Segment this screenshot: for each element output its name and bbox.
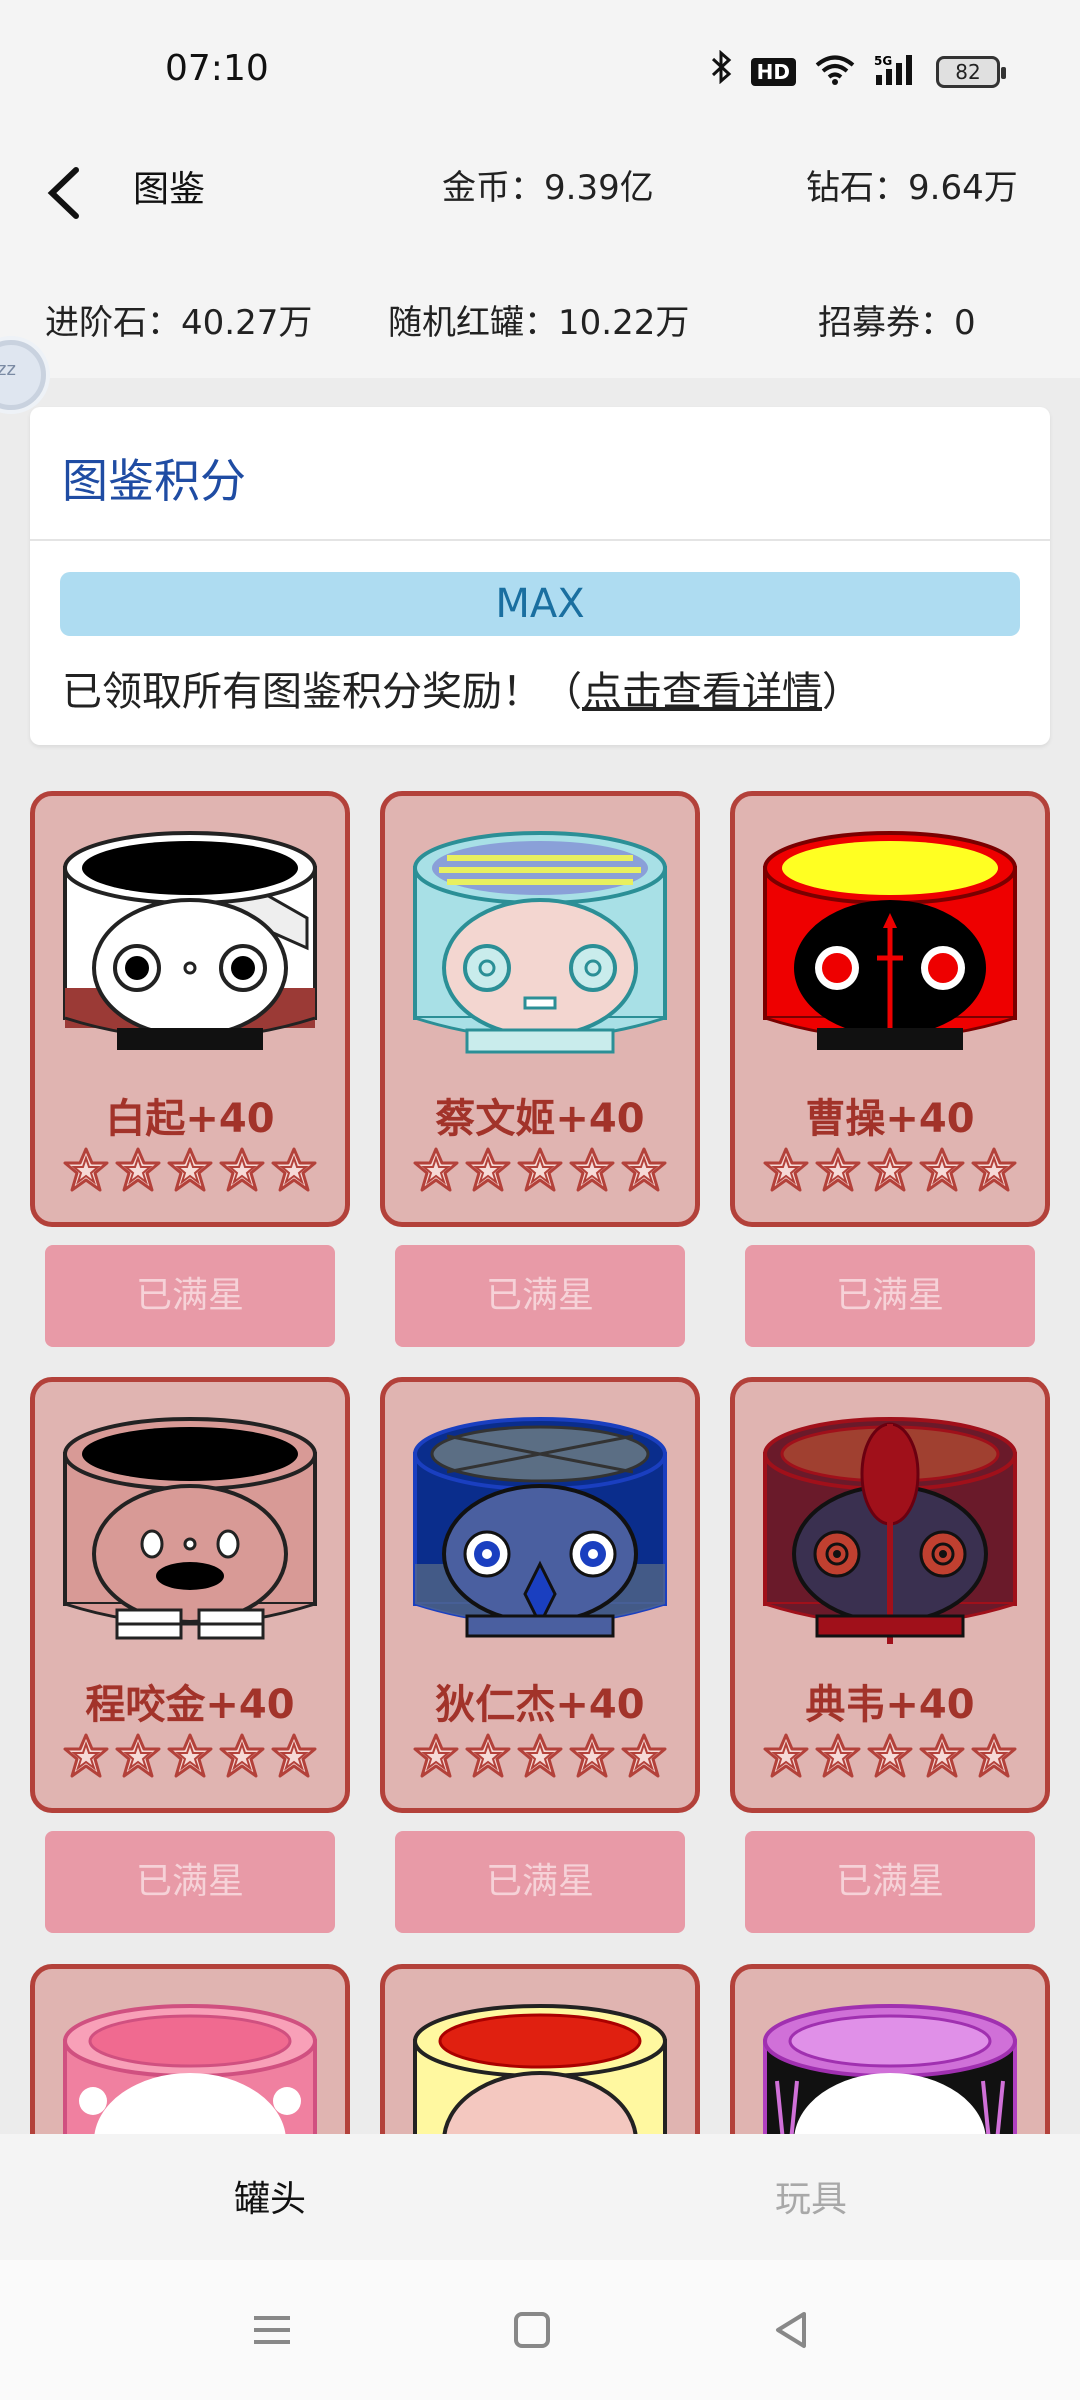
menu-icon bbox=[254, 2316, 290, 2344]
star-icon bbox=[165, 1732, 215, 1786]
caocao-jar-icon bbox=[763, 831, 1017, 1050]
star-icon bbox=[411, 1146, 461, 1200]
hd-badge: HD bbox=[750, 57, 796, 86]
battery-indicator: 82 bbox=[936, 55, 1006, 88]
wifi-icon bbox=[814, 54, 856, 90]
random-jars-count: 随机红罐：10.22万 bbox=[388, 303, 690, 343]
star-icon bbox=[217, 1732, 267, 1786]
score-title: 图鉴积分 bbox=[62, 454, 246, 508]
hero-card-caiwenji[interactable]: 蔡文姬+40 bbox=[380, 791, 700, 1227]
star-icon bbox=[969, 1732, 1019, 1786]
star-rating bbox=[735, 1146, 1045, 1200]
coins-count: 金币：9.39亿 bbox=[442, 168, 654, 208]
divider bbox=[30, 539, 1050, 541]
chengyaojin-jar-icon bbox=[63, 1417, 317, 1640]
star-icon bbox=[217, 1146, 267, 1200]
direnjie-jar-icon bbox=[413, 1417, 667, 1638]
dianwei-jar-icon bbox=[763, 1417, 1017, 1644]
star-icon bbox=[515, 1146, 565, 1200]
star-icon bbox=[917, 1146, 967, 1200]
star-icon bbox=[619, 1146, 669, 1200]
advance-stones-count: 进阶石：40.27万 bbox=[45, 303, 313, 343]
hero-name: 白起+40 bbox=[105, 1096, 275, 1142]
score-progress-bar: MAX bbox=[60, 572, 1020, 636]
star-icon bbox=[969, 1146, 1019, 1200]
star-icon bbox=[761, 1732, 811, 1786]
star-icon bbox=[113, 1146, 163, 1200]
star-rating bbox=[385, 1146, 695, 1200]
zz-icon: zz bbox=[0, 359, 16, 380]
max-star-button[interactable]: 已满星 bbox=[395, 1831, 685, 1933]
hero-card-chengyaojin[interactable]: 程咬金+40 bbox=[30, 1377, 350, 1813]
bluetooth-icon bbox=[711, 49, 733, 93]
home-square-icon bbox=[514, 2312, 550, 2348]
back-nav-button[interactable] bbox=[762, 2300, 822, 2360]
star-rating bbox=[385, 1732, 695, 1786]
star-icon bbox=[761, 1146, 811, 1200]
star-rating bbox=[35, 1732, 345, 1786]
star-icon bbox=[61, 1146, 111, 1200]
svg-text:5G: 5G bbox=[874, 54, 892, 68]
tab-jars[interactable]: 罐头 bbox=[234, 2170, 306, 2222]
star-icon bbox=[813, 1146, 863, 1200]
star-icon bbox=[917, 1732, 967, 1786]
hero-name: 狄仁杰+40 bbox=[435, 1682, 645, 1728]
status-bar: 07:10 HD 5G 82 bbox=[0, 0, 1080, 140]
page-title: 图鉴 bbox=[133, 169, 206, 210]
star-icon bbox=[865, 1146, 915, 1200]
signal-icon: 5G bbox=[874, 53, 918, 91]
hero-card-baiqi[interactable]: 白起+40 bbox=[30, 791, 350, 1227]
tab-toys[interactable]: 玩具 bbox=[775, 2170, 847, 2222]
star-icon bbox=[269, 1732, 319, 1786]
menu-nav-button[interactable] bbox=[242, 2300, 302, 2360]
max-star-button[interactable]: 已满星 bbox=[45, 1245, 335, 1347]
max-star-button[interactable]: 已满星 bbox=[45, 1831, 335, 1933]
back-button[interactable] bbox=[40, 148, 100, 238]
hero-name: 曹操+40 bbox=[805, 1096, 975, 1142]
star-icon bbox=[113, 1732, 163, 1786]
score-message: 已领取所有图鉴积分奖励！（点击查看详情） bbox=[62, 659, 862, 717]
score-message-end: ） bbox=[822, 669, 862, 715]
system-nav-bar bbox=[0, 2260, 1080, 2400]
star-rating bbox=[735, 1732, 1045, 1786]
caiwenji-jar-icon bbox=[413, 831, 667, 1054]
header: 图鉴 金币：9.39亿 钻石：9.64万 进阶石：40.27万 随机红罐：10.… bbox=[0, 140, 1080, 378]
hero-card-direnjie[interactable]: 狄仁杰+40 bbox=[380, 1377, 700, 1813]
recruit-tickets-count: 招募券：0 bbox=[818, 303, 976, 343]
star-icon bbox=[813, 1732, 863, 1786]
baiqi-jar-icon bbox=[63, 831, 317, 1050]
diamonds-count: 钻石：9.64万 bbox=[806, 168, 1018, 208]
star-icon bbox=[567, 1732, 617, 1786]
collection-score-card: 图鉴积分 MAX 已领取所有图鉴积分奖励！（点击查看详情） bbox=[30, 407, 1050, 745]
star-icon bbox=[515, 1732, 565, 1786]
bottom-tab-bar: 罐头 玩具 bbox=[0, 2134, 1080, 2260]
status-icons: HD 5G 82 bbox=[711, 49, 1006, 93]
star-icon bbox=[463, 1146, 513, 1200]
star-rating bbox=[35, 1146, 345, 1200]
home-nav-button[interactable] bbox=[502, 2300, 562, 2360]
hero-name: 程咬金+40 bbox=[85, 1682, 295, 1728]
back-arrow-icon bbox=[47, 167, 79, 219]
star-icon bbox=[165, 1146, 215, 1200]
star-icon bbox=[567, 1146, 617, 1200]
star-icon bbox=[463, 1732, 513, 1786]
hero-card-dianwei[interactable]: 典韦+40 bbox=[730, 1377, 1050, 1813]
hero-card-caocao[interactable]: 曹操+40 bbox=[730, 791, 1050, 1227]
status-time: 07:10 bbox=[165, 48, 269, 89]
back-triangle-icon bbox=[776, 2312, 806, 2348]
view-details-link[interactable]: 点击查看详情 bbox=[582, 669, 822, 715]
star-icon bbox=[61, 1732, 111, 1786]
score-message-text: 已领取所有图鉴积分奖励！（ bbox=[62, 669, 582, 715]
star-icon bbox=[269, 1146, 319, 1200]
star-icon bbox=[411, 1732, 461, 1786]
hero-name: 蔡文姬+40 bbox=[435, 1096, 645, 1142]
max-star-button[interactable]: 已满星 bbox=[395, 1245, 685, 1347]
max-star-button[interactable]: 已满星 bbox=[745, 1831, 1035, 1933]
star-icon bbox=[865, 1732, 915, 1786]
hero-name: 典韦+40 bbox=[805, 1682, 975, 1728]
max-star-button[interactable]: 已满星 bbox=[745, 1245, 1035, 1347]
star-icon bbox=[619, 1732, 669, 1786]
